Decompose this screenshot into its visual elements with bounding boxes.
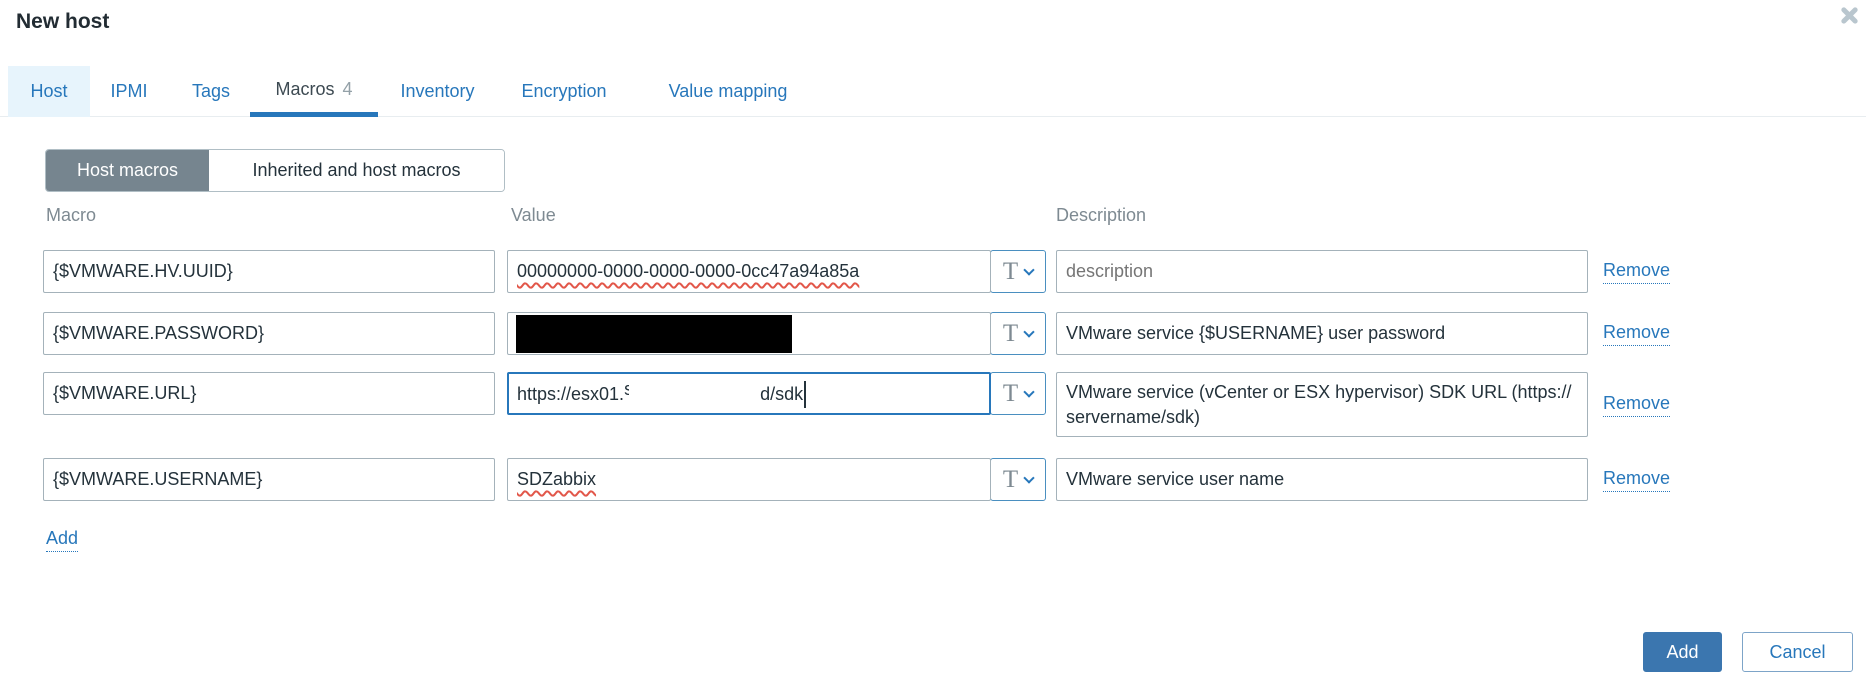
text-type-icon: T <box>1003 381 1018 406</box>
tab-inventory[interactable]: Inventory <box>390 66 485 117</box>
tab-host[interactable]: Host <box>8 66 90 117</box>
dialog-title: New host <box>16 10 109 34</box>
remove-macro-link[interactable]: Remove <box>1603 393 1670 417</box>
macro-value-input[interactable]: 00000000-0000-0000-0000-0cc47a94a85a <box>507 250 991 293</box>
remove-macro-link[interactable]: Remove <box>1603 260 1670 284</box>
add-macro-row-link[interactable]: Add <box>46 528 78 552</box>
macro-view-toggle: Host macros Inherited and host macros <box>45 149 505 192</box>
tab-macros[interactable]: Macros 4 <box>250 66 378 117</box>
macro-name-input[interactable] <box>43 250 495 293</box>
macro-description-input[interactable] <box>1056 312 1588 355</box>
macro-value-input[interactable]: SDZabbix <box>507 458 991 501</box>
macro-value-input-focused[interactable]: https://esx01.sd/sdk <box>507 372 991 415</box>
text-type-icon: T <box>1003 259 1018 284</box>
text-cursor <box>804 381 806 408</box>
tab-bar: Host IPMI Tags Macros 4 Inventory Encryp… <box>0 66 1866 117</box>
chevron-down-icon <box>1023 264 1034 275</box>
tab-encryption[interactable]: Encryption <box>516 66 612 117</box>
close-icon[interactable] <box>1838 4 1862 28</box>
chevron-down-icon <box>1023 472 1034 483</box>
tab-tags[interactable]: Tags <box>176 66 246 117</box>
cancel-button[interactable]: Cancel <box>1742 632 1853 672</box>
value-type-dropdown[interactable]: T <box>990 312 1046 355</box>
macro-value-input[interactable] <box>507 312 991 355</box>
text-type-icon: T <box>1003 467 1018 492</box>
chevron-down-icon <box>1023 386 1034 397</box>
new-host-dialog: New host Host IPMI Tags Macros 4 Invento… <box>0 0 1866 686</box>
remove-macro-link[interactable]: Remove <box>1603 322 1670 346</box>
macro-description-input[interactable] <box>1056 458 1588 501</box>
value-type-dropdown[interactable]: T <box>990 458 1046 501</box>
tab-value-mapping[interactable]: Value mapping <box>642 66 814 117</box>
macro-description-input[interactable] <box>1056 250 1588 293</box>
macro-name-input[interactable] <box>43 458 495 501</box>
chevron-down-icon <box>1023 326 1034 337</box>
redacted-value-block <box>516 315 792 353</box>
add-host-button[interactable]: Add <box>1643 632 1722 672</box>
macro-name-input[interactable] <box>43 312 495 355</box>
remove-macro-link[interactable]: Remove <box>1603 468 1670 492</box>
tab-ipmi[interactable]: IPMI <box>93 66 165 117</box>
toggle-host-macros[interactable]: Host macros <box>46 150 209 191</box>
toggle-inherited-macros[interactable]: Inherited and host macros <box>209 150 504 191</box>
text-type-icon: T <box>1003 321 1018 346</box>
macro-name-input[interactable] <box>43 372 495 415</box>
column-header-value: Value <box>511 205 556 226</box>
macros-count-badge: 4 <box>343 79 353 100</box>
column-header-description: Description <box>1056 205 1146 226</box>
value-type-dropdown[interactable]: T <box>990 372 1046 415</box>
column-header-macro: Macro <box>46 205 96 226</box>
value-type-dropdown[interactable]: T <box>990 250 1046 293</box>
macro-description-input[interactable]: VMware service (vCenter or ESX hyperviso… <box>1056 372 1588 437</box>
